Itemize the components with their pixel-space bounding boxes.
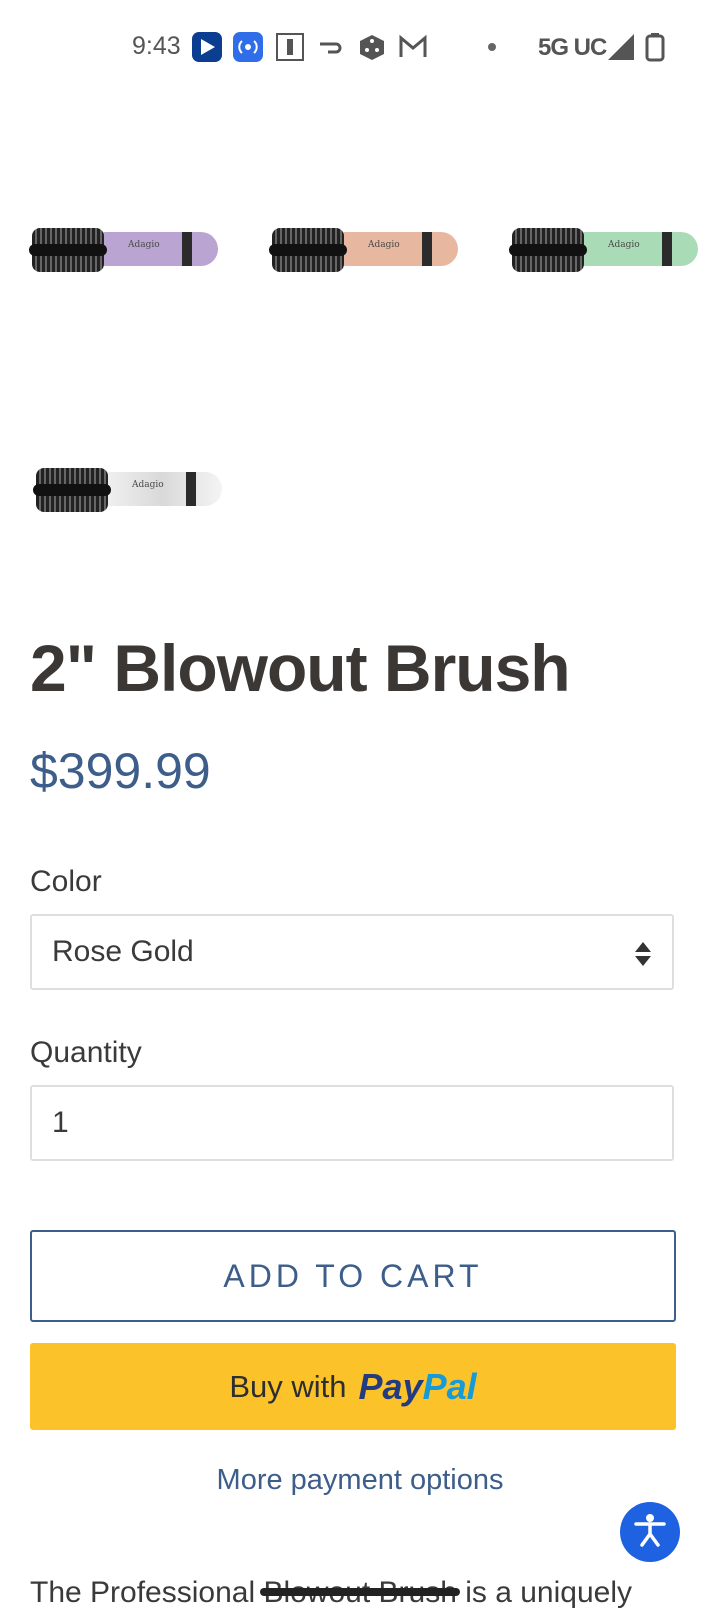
product-title: 2" Blowout Brush [30, 631, 571, 705]
thumbnail-purple[interactable]: Adagio [29, 220, 222, 280]
chess-icon [275, 32, 305, 62]
brush-band [182, 232, 192, 266]
brush-logo: Adagio [368, 240, 400, 250]
paypal-buy-label: Buy with [229, 1368, 347, 1404]
color-select[interactable]: Rose Gold [30, 914, 674, 990]
quantity-label: Quantity [30, 1036, 142, 1069]
quantity-value: 1 [52, 1106, 69, 1139]
chevron-up-down-icon [634, 940, 652, 968]
brush-logo: Adagio [132, 480, 164, 490]
dot-icon [485, 32, 499, 62]
gmail-icon [398, 32, 428, 62]
add-to-cart-label: ADD TO CART [223, 1257, 483, 1294]
thumbnail-rose-gold[interactable]: Adagio [269, 220, 462, 280]
dice-icon [357, 32, 387, 62]
brush-bristles [29, 228, 107, 272]
add-to-cart-button[interactable]: ADD TO CART [30, 1230, 676, 1322]
wireless-icon [233, 32, 263, 62]
product-price: $399.99 [30, 743, 211, 799]
paypal-logo: PayPal [359, 1366, 477, 1408]
brush-band [662, 232, 672, 266]
paypal-button[interactable]: Buy with PayPal [30, 1343, 676, 1430]
doordash-icon [316, 32, 346, 62]
accessibility-button[interactable] [620, 1502, 680, 1562]
paypal-logo-pay: Pay [358, 1365, 423, 1407]
brush-band [186, 472, 196, 506]
signal-icon [606, 32, 636, 62]
status-time: 9:43 [132, 32, 181, 60]
color-select-value: Rose Gold [52, 935, 194, 968]
thumbnail-white-marble[interactable]: Adagio [33, 460, 226, 520]
network-type: 5G UC [538, 34, 607, 61]
brush-bristles [33, 468, 111, 512]
brush-logo: Adagio [128, 240, 160, 250]
status-bar: 9:43 5G UC [0, 0, 720, 96]
brush-logo: Adagio [608, 240, 640, 250]
brush-bristles [509, 228, 587, 272]
quantity-input[interactable]: 1 [30, 1085, 674, 1161]
more-payment-options-link[interactable]: More payment options [0, 1464, 720, 1497]
gesture-bar [260, 1588, 460, 1596]
color-label: Color [30, 865, 102, 898]
paypal-logo-pal: Pal [422, 1365, 477, 1407]
play-store-icon [192, 32, 222, 62]
battery-icon [644, 32, 666, 62]
brush-bristles [269, 228, 347, 272]
brush-band [422, 232, 432, 266]
accessibility-icon [630, 1510, 670, 1555]
thumbnail-green[interactable]: Adagio [509, 220, 702, 280]
